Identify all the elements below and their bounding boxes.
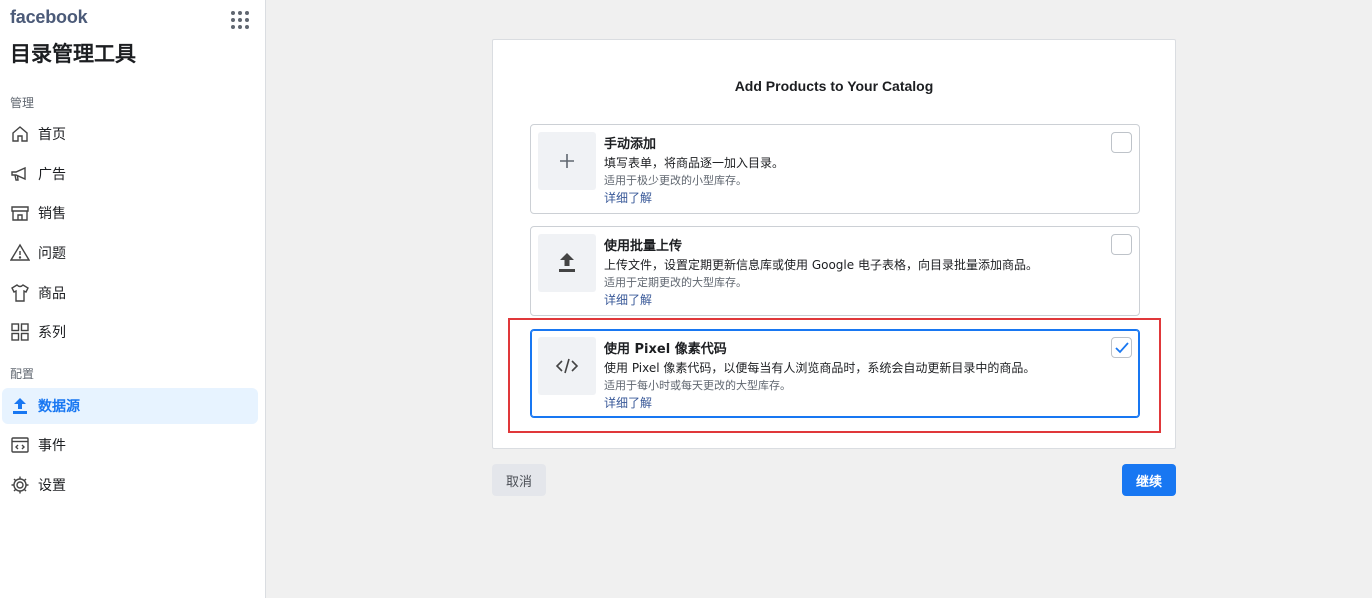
card-title: Add Products to Your Catalog (734, 78, 934, 94)
shop-icon (10, 203, 30, 223)
option-pixel-code[interactable]: 使用 Pixel 像素代码 使用 Pixel 像素代码，以便每当有人浏览商品时，… (530, 329, 1140, 418)
sidebar-item-label: 问题 (38, 246, 66, 262)
shirt-icon (10, 283, 30, 303)
gear-icon (10, 475, 30, 495)
option-manual-add[interactable]: 手动添加 填写表单，将商品逐一加入目录。 适用于极少更改的小型库存。 详细了解 (530, 124, 1140, 214)
continue-button[interactable]: 继续 (1122, 464, 1176, 496)
option-description: 填写表单，将商品逐一加入目录。 (604, 156, 785, 170)
sidebar-item-events[interactable]: 事件 (2, 427, 258, 463)
option-description: 上传文件，设置定期更新信息库或使用 Google 电子表格，向目录批量添加商品。 (604, 258, 1038, 272)
learn-more-link[interactable]: 详细了解 (604, 394, 652, 411)
sidebar-item-collections[interactable]: 系列 (2, 314, 258, 350)
sidebar-item-label: 广告 (38, 167, 66, 183)
option-title: 使用 Pixel 像素代码 (604, 342, 727, 357)
option-checkbox[interactable] (1111, 234, 1132, 255)
learn-more-link[interactable]: 详细了解 (604, 291, 652, 308)
sidebar-item-label: 销售 (38, 206, 66, 222)
sidebar-item-products[interactable]: 商品 (2, 275, 258, 311)
megaphone-icon (10, 164, 30, 184)
sidebar-item-settings[interactable]: 设置 (2, 467, 258, 503)
option-checkbox[interactable] (1111, 132, 1132, 153)
learn-more-link[interactable]: 详细了解 (604, 189, 652, 206)
upload-icon (538, 234, 596, 292)
section-label-manage: 管理 (10, 96, 35, 110)
option-checkbox-checked[interactable] (1111, 337, 1132, 358)
code-icon (538, 337, 596, 395)
grid-icon (10, 322, 30, 342)
warning-icon (10, 243, 30, 263)
option-description: 使用 Pixel 像素代码，以便每当有人浏览商品时，系统会自动更新目录中的商品。 (604, 361, 1036, 375)
sidebar-item-ads[interactable]: 广告 (2, 156, 258, 192)
code-window-icon (10, 435, 30, 455)
sidebar-item-label: 首页 (38, 127, 66, 143)
sidebar-item-home[interactable]: 首页 (2, 116, 258, 152)
add-products-card: Add Products to Your Catalog 手动添加 填写表单，将… (492, 39, 1176, 449)
sidebar-item-data-sources[interactable]: 数据源 (2, 388, 258, 424)
sidebar-item-label: 设置 (38, 478, 66, 494)
option-note: 适用于每小时或每天更改的大型库存。 (604, 379, 791, 392)
option-title: 使用批量上传 (604, 239, 683, 254)
option-note: 适用于极少更改的小型库存。 (604, 174, 747, 187)
home-icon (10, 124, 30, 144)
sidebar-item-sales[interactable]: 销售 (2, 195, 258, 231)
app-title: 目录管理工具 (10, 42, 136, 66)
upload-icon (10, 396, 30, 416)
sidebar: facebook 目录管理工具 管理 首页 广告 销售 问题 商品 系列 配置 … (0, 0, 266, 598)
facebook-logo[interactable]: facebook (10, 7, 88, 28)
option-note: 适用于定期更改的大型库存。 (604, 276, 747, 289)
cancel-button[interactable]: 取消 (492, 464, 546, 496)
plus-icon (538, 132, 596, 190)
sidebar-item-label: 数据源 (38, 399, 80, 415)
section-label-config: 配置 (10, 367, 35, 381)
sidebar-item-issues[interactable]: 问题 (2, 235, 258, 271)
apps-grid-icon[interactable] (231, 11, 249, 29)
option-bulk-upload[interactable]: 使用批量上传 上传文件，设置定期更新信息库或使用 Google 电子表格，向目录… (530, 226, 1140, 316)
option-title: 手动添加 (604, 137, 657, 152)
sidebar-item-label: 事件 (38, 438, 66, 454)
sidebar-item-label: 系列 (38, 325, 66, 341)
sidebar-item-label: 商品 (38, 286, 66, 302)
check-icon (1114, 341, 1129, 353)
